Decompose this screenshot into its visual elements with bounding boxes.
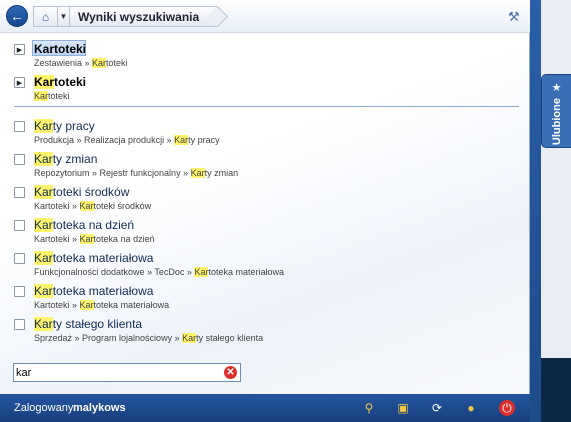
tools-icon[interactable]: ⚒ [508,9,524,25]
result-title-rest: ty pracy [52,119,95,133]
path-rest: toteki [48,91,70,101]
result-checkbox[interactable] [14,319,25,330]
result-title-match: Kar [34,185,53,199]
path-rest: toteki [106,58,128,68]
favorites-tab-label: Ulubione [550,98,563,146]
username: malykows [73,402,126,414]
result-path: Kartoteki » Kartoteka na dzień [34,234,155,244]
logged-in-label: Zalogowany: [14,402,77,414]
path-rest: toteka materiałowa [208,267,284,277]
result-title-match: Kar [34,152,53,166]
result-title-rest: toteka materiałowa [52,284,154,298]
back-button[interactable]: ← [6,5,28,27]
result-title-match: Kar [34,75,55,89]
background-dark-area [541,358,571,422]
result-title[interactable]: Kartoteki środków [34,185,129,199]
lock-icon[interactable]: ▣ [395,400,411,416]
result-checkbox[interactable] [14,220,25,231]
result-checkbox[interactable] [14,121,25,132]
power-icon[interactable]: ⏻ [499,400,515,416]
result-path: Kartoteki » Kartoteki środków [34,201,151,211]
result-title-rest: ty stałego klienta [52,317,143,331]
result-title[interactable]: Karty zmian [34,152,97,166]
path-match: Kar [79,201,94,211]
result-path: Produkcja » Realizacja produkcji » Karty… [34,135,220,145]
path-rest: ty stałego klienta [196,333,264,343]
path-match: Kar [79,234,94,244]
star-icon: ★ [551,82,562,94]
back-arrow-icon: ← [10,8,24,24]
expand-arrow-icon[interactable]: ▶ [14,44,25,55]
history-dropdown-button[interactable]: ▼ [58,7,70,26]
clear-icon[interactable]: ✕ [224,366,237,379]
result-path: Funkcjonalności dodatkowe » TecDoc » Kar… [34,267,284,277]
toolbar: ← ⌂ ▼ Wyniki wyszukiwania ⚒ [0,0,530,33]
search-box: ✕ [13,363,241,382]
divider [14,106,519,107]
background-strip [530,0,571,422]
path-match: Kar [194,267,209,277]
path-prefix: Kartoteki » [34,300,80,310]
result-path: Sprzedaż » Program lojalnościowy » Karty… [34,333,263,343]
result-path: Zestawienia » Kartoteki [34,58,128,68]
path-prefix: Funkcjonalności dodatkowe » TecDoc » [34,267,195,277]
favorites-tab[interactable]: ★ Ulubione [541,74,571,148]
path-prefix: Kartoteki » [34,234,80,244]
result-title[interactable]: Karty stałego klienta [34,317,142,331]
result-title-text: Kartoteki [34,42,87,56]
path-match: Kar [174,135,189,145]
key-icon[interactable]: ⚲ [361,400,377,416]
path-prefix: Sprzedaż » Program lojalnościowy » [34,333,183,343]
result-title-match: Kar [34,218,53,232]
result-title-rest: toteka na dzień [52,218,135,232]
result-title[interactable]: Kartoteki [34,75,86,89]
path-rest: toteka materiałowa [93,300,170,310]
expand-arrow-icon[interactable]: ▶ [14,77,25,88]
result-title-rest: toteka materiałowa [52,251,154,265]
result-checkbox[interactable] [14,253,25,264]
page-title: Wyniki wyszukiwania [78,9,200,24]
path-prefix: Zestawienia » [34,58,93,68]
path-rest: toteka na dzień [93,234,155,244]
search-input[interactable] [16,365,216,380]
path-match: Kar [34,91,49,101]
path-match: Kar [79,300,94,310]
refresh-icon[interactable]: ⟳ [429,400,445,416]
result-title[interactable]: Kartoteka materiałowa [34,284,153,298]
chevron-down-icon: ▼ [59,12,68,21]
path-rest: toteki środków [93,201,152,211]
result-title-match: Kar [34,251,53,265]
path-rest: ty zmian [204,168,239,178]
result-path: Kartoteki [34,91,70,101]
result-title[interactable]: Kartoteka na dzień [34,218,134,232]
path-prefix: Repozytorium » Rejestr funkcjonalny » [34,168,191,178]
result-title-rest: ty zmian [52,152,98,166]
path-match: Kar [92,58,107,68]
result-path: Repozytorium » Rejestr funkcjonalny » Ka… [34,168,238,178]
home-button[interactable]: ⌂ [34,7,58,26]
result-title[interactable]: Kartoteka materiałowa [34,251,153,265]
path-prefix: Kartoteki » [34,201,80,211]
result-title-match: Kar [34,284,53,298]
home-icon: ⌂ [41,9,50,24]
result-checkbox[interactable] [14,187,25,198]
result-path: Kartoteki » Kartoteka materiałowa [34,300,169,310]
path-match: Kar [190,168,205,178]
path-rest: ty pracy [188,135,220,145]
breadcrumb: ⌂ ▼ Wyniki wyszukiwania [33,6,219,27]
status-bar: Zalogowany: malykows ⚲ ▣ ⟳ ● ⏻ [0,394,530,422]
path-prefix: Produkcja » Realizacja produkcji » [34,135,175,145]
result-checkbox[interactable] [14,154,25,165]
result-title-match: Kar [34,119,53,133]
result-title[interactable]: Karty pracy [34,119,95,133]
result-title-match: Kar [34,317,53,331]
result-title-rest: toteki środków [52,185,130,199]
result-title[interactable]: Kartoteki [34,42,86,56]
search-results-panel: ← ⌂ ▼ Wyniki wyszukiwania ⚒ ▶ Kartoteki … [0,0,530,394]
path-match: Kar [182,333,197,343]
result-title-rest: toteki [54,75,87,89]
user-lock-icon[interactable]: ● [463,400,479,416]
result-checkbox[interactable] [14,286,25,297]
